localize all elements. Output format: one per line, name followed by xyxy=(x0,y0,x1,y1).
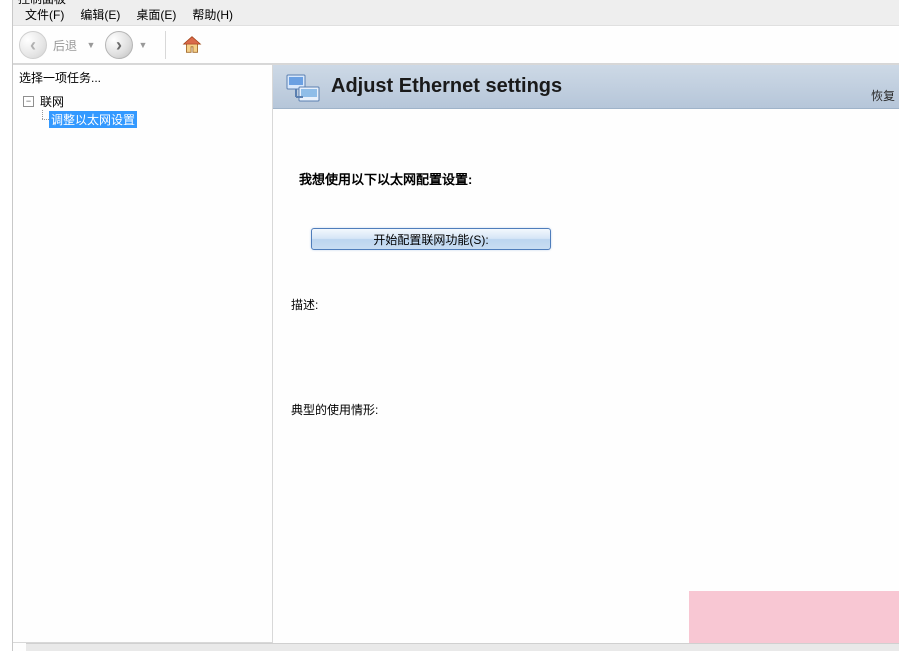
task-tree: − 联网 调整以太网设置 xyxy=(13,90,272,130)
tree-child-ethernet[interactable]: 调整以太网设置 xyxy=(19,110,272,128)
arrow-left-icon xyxy=(30,36,36,54)
window-title: 控制面板 xyxy=(13,0,899,4)
menu-bar: 文件(F) 编辑(E) 桌面(E) 帮助(H) xyxy=(13,4,899,26)
arrow-right-icon xyxy=(116,36,122,54)
config-section-label: 我想使用以下以太网配置设置: xyxy=(299,169,873,188)
back-button[interactable] xyxy=(19,31,47,59)
menu-help[interactable]: 帮助(H) xyxy=(184,4,241,25)
back-label: 后退 xyxy=(53,37,77,54)
overlay-box xyxy=(689,591,899,651)
content-pane: Adjust Ethernet settings 恢复 我想使用以下以太网配置设… xyxy=(273,64,899,651)
tree-child-label: 调整以太网设置 xyxy=(49,111,137,128)
tree-collapse-icon[interactable]: − xyxy=(23,96,34,107)
page-title: Adjust Ethernet settings xyxy=(331,75,562,98)
back-history-dropdown[interactable]: ▼ xyxy=(85,39,97,51)
tree-connector-icon xyxy=(39,110,49,128)
sidebar-header: 选择一项任务... xyxy=(13,65,272,90)
tree-root-label: 联网 xyxy=(38,93,66,110)
tree-root-networking[interactable]: − 联网 xyxy=(19,92,272,110)
menu-file[interactable]: 文件(F) xyxy=(17,4,72,25)
description-label: 描述: xyxy=(291,296,873,313)
content-header: Adjust Ethernet settings 恢复 xyxy=(273,65,899,109)
toolbar-separator xyxy=(165,31,166,59)
menu-edit[interactable]: 编辑(E) xyxy=(72,4,128,25)
forward-history-dropdown[interactable]: ▼ xyxy=(137,39,149,51)
toolbar: 后退 ▼ ▼ xyxy=(13,26,899,64)
status-strip xyxy=(26,643,899,651)
menu-desktop[interactable]: 桌面(E) xyxy=(128,4,184,25)
restore-defaults-link[interactable]: 恢复 xyxy=(871,87,895,104)
home-icon xyxy=(181,34,203,56)
home-button[interactable] xyxy=(178,31,206,59)
sidebar: 选择一项任务... − 联网 调整以太网设置 xyxy=(13,64,273,651)
usage-label: 典型的使用情形: xyxy=(291,401,873,418)
forward-button[interactable] xyxy=(105,31,133,59)
ethernet-icon xyxy=(285,69,321,105)
start-config-button[interactable]: 开始配置联网功能(S): xyxy=(311,228,551,250)
